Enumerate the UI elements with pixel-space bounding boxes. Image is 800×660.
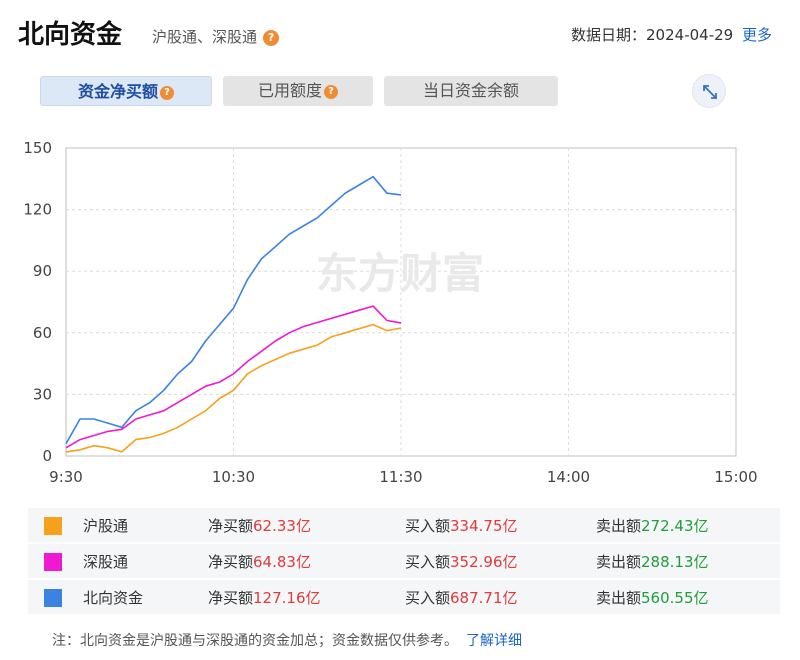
footnote-text: 注：北向资金是沪股通与深股通的资金加总；资金数据仅供参考。	[52, 633, 458, 649]
legend-swatch	[44, 553, 62, 571]
legend-name: 北向资金	[83, 589, 144, 607]
data-date: 数据日期：2024-04-29 更多	[571, 24, 772, 45]
buy-label: 买入额	[405, 589, 451, 607]
subtitle-text: 沪股通、深股通	[152, 28, 258, 46]
sell-value: 288.13亿	[641, 553, 709, 571]
legend-row: 深股通 净买额64.83亿 买入额352.96亿 卖出额288.13亿	[28, 544, 780, 578]
y-tick-label: 150	[23, 139, 52, 157]
legend-name: 深股通	[83, 553, 129, 571]
tab-net-buy-label: 资金净买额	[77, 82, 158, 101]
more-link[interactable]: 更多	[742, 26, 772, 44]
x-tick-label: 11:30	[379, 468, 422, 486]
sell-value: 272.43亿	[641, 517, 709, 535]
y-tick-label: 90	[33, 262, 52, 280]
learn-more-link[interactable]: 了解详细	[466, 633, 522, 649]
date-value: 2024-04-29	[646, 26, 734, 44]
buy-value: 687.71亿	[450, 589, 518, 607]
tab-used-quota-label: 已用额度	[257, 81, 322, 100]
series-group	[65, 175, 402, 453]
footnote: 注：北向资金是沪股通与深股通的资金加总；资金数据仅供参考。 了解详细	[52, 630, 522, 650]
net-buy: 净买额127.16亿	[208, 587, 321, 608]
sell-amount: 卖出额272.43亿	[596, 515, 709, 536]
sell-label: 卖出额	[596, 517, 642, 535]
sell-label: 卖出额	[596, 589, 642, 607]
net-label: 净买额	[208, 589, 254, 607]
x-axis: 9:30 10:30 11:30 14:00 15:00	[49, 468, 757, 486]
y-tick-label: 60	[33, 324, 52, 342]
sell-amount: 卖出额560.55亿	[596, 587, 709, 608]
x-tick-label: 10:30	[212, 468, 255, 486]
x-tick-label: 15:00	[714, 468, 757, 486]
help-icon[interactable]: ?	[324, 84, 338, 99]
legend-table: 沪股通 净买额62.33亿 买入额334.75亿 卖出额272.43亿 深股通 …	[28, 508, 780, 616]
net-value: 64.83亿	[253, 553, 311, 571]
buy-amount: 买入额687.71亿	[405, 587, 518, 608]
buy-label: 买入额	[405, 553, 451, 571]
legend-row: 北向资金 净买额127.16亿 买入额687.71亿 卖出额560.55亿	[28, 580, 780, 614]
tab-daily-balance-label: 当日资金余额	[422, 81, 519, 100]
buy-label: 买入额	[405, 517, 451, 535]
y-tick-label: 30	[33, 385, 52, 403]
buy-amount: 买入额334.75亿	[405, 515, 518, 536]
legend-name: 沪股通	[83, 517, 129, 535]
sell-value: 560.55亿	[641, 589, 709, 607]
net-buy: 净买额62.33亿	[208, 515, 311, 536]
buy-amount: 买入额352.96亿	[405, 551, 518, 572]
y-tick-label: 0	[42, 447, 52, 465]
expand-icon	[703, 85, 717, 99]
tab-net-buy[interactable]: 资金净买额?	[40, 76, 212, 106]
page-title: 北向资金	[18, 20, 123, 50]
legend-row: 沪股通 净买额62.33亿 买入额334.75亿 卖出额272.43亿	[28, 508, 780, 542]
buy-value: 352.96亿	[450, 553, 518, 571]
date-label: 数据日期：	[571, 26, 647, 44]
tab-daily-balance[interactable]: 当日资金余额	[384, 76, 558, 106]
y-tick-label: 120	[23, 201, 52, 219]
expand-button[interactable]	[692, 74, 726, 108]
line-chart: 东方财富 0 30 60 90 120 150 9:30 10:30 11:30 14:00 15…	[23, 139, 757, 486]
net-label: 净买额	[208, 553, 254, 571]
watermark: 东方财富	[316, 249, 484, 298]
sell-amount: 卖出额288.13亿	[596, 551, 709, 572]
net-value: 62.33亿	[253, 517, 311, 535]
header: 北向资金 沪股通、深股通? 数据日期：2024-04-29 更多	[0, 0, 800, 62]
buy-value: 334.75亿	[450, 517, 518, 535]
subtitle: 沪股通、深股通?	[152, 26, 280, 47]
legend-swatch	[44, 589, 62, 607]
x-tick-label: 14:00	[547, 468, 590, 486]
help-icon[interactable]: ?	[160, 85, 174, 100]
help-icon[interactable]: ?	[263, 29, 280, 46]
net-label: 净买额	[208, 517, 254, 535]
net-value: 127.16亿	[253, 589, 321, 607]
y-axis: 0 30 60 90 120 150	[23, 139, 52, 465]
x-tick-label: 9:30	[49, 468, 83, 486]
net-buy: 净买额64.83亿	[208, 551, 311, 572]
tab-used-quota[interactable]: 已用额度?	[223, 76, 373, 106]
sell-label: 卖出额	[596, 553, 642, 571]
legend-swatch	[44, 517, 62, 535]
